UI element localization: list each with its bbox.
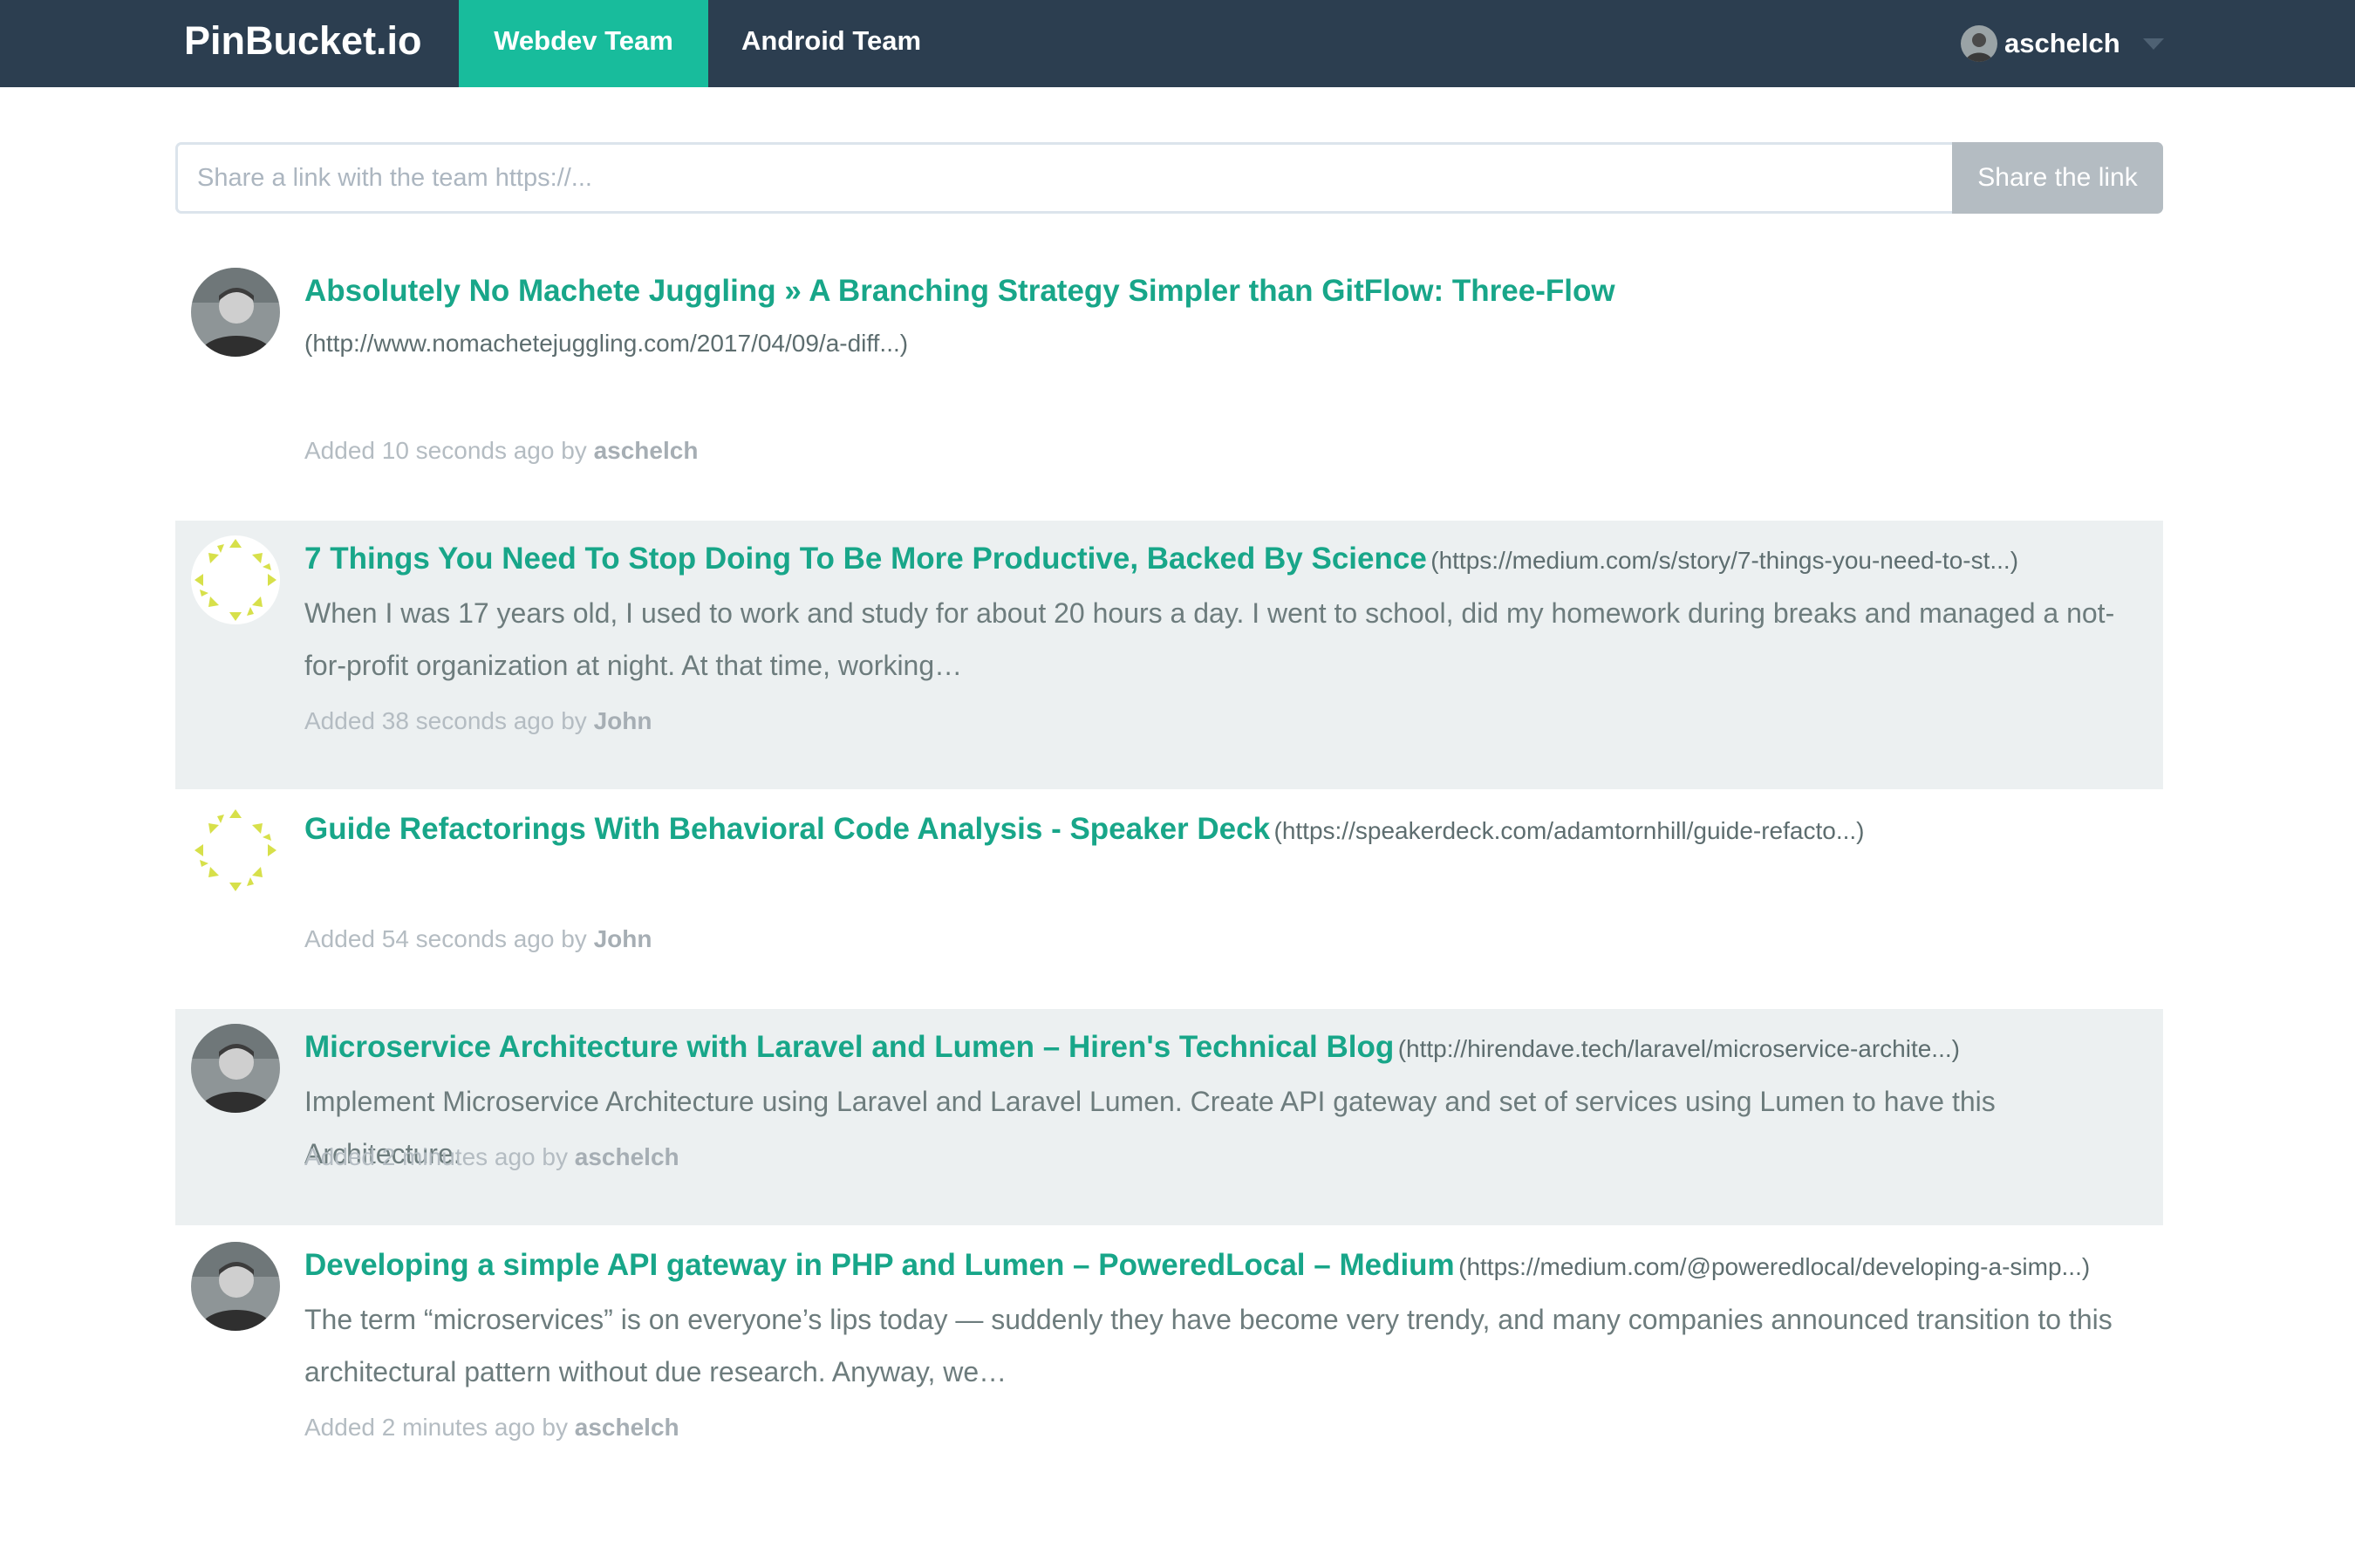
author-name: John (593, 707, 652, 734)
user-photo-avatar-icon (191, 268, 280, 357)
link-content: Developing a simple API gateway in PHP a… (304, 1239, 2147, 1398)
added-time: Added 2 minutes ago by (304, 1414, 568, 1441)
added-time: Added 54 seconds ago by (304, 925, 587, 952)
link-item: Microservice Architecture with Laravel a… (175, 1009, 2163, 1225)
link-meta: Added 2 minutes ago by aschelch (304, 1410, 679, 1445)
link-description: When I was 17 years old, I used to work … (304, 597, 2115, 681)
link-content: Guide Refactorings With Behavioral Code … (304, 803, 2147, 857)
user-menu[interactable]: aschelch (1961, 0, 2164, 87)
user-name: aschelch (2004, 28, 2120, 58)
link-meta: Added 2 minutes ago by aschelch (304, 1140, 679, 1175)
author-name: aschelch (574, 1143, 679, 1170)
tab-android-team[interactable]: Android Team (708, 0, 954, 87)
link-title[interactable]: Guide Refactorings With Behavioral Code … (304, 812, 1270, 846)
link-item: Developing a simple API gateway in PHP a… (175, 1227, 2163, 1480)
link-item: Absolutely No Machete Juggling » A Branc… (175, 253, 2163, 506)
link-title[interactable]: 7 Things You Need To Stop Doing To Be Mo… (304, 542, 1427, 576)
user-avatar (1961, 25, 1997, 62)
user-photo-avatar-icon (191, 1024, 280, 1113)
share-link-button[interactable]: Share the link (1952, 142, 2163, 214)
added-time: Added 2 minutes ago by (304, 1143, 568, 1170)
link-meta: Added 54 seconds ago by John (304, 922, 652, 957)
top-navbar: PinBucket.io Webdev Team Android Team as… (0, 0, 2355, 87)
link-url: (http://www.nomachetejuggling.com/2017/0… (304, 330, 909, 357)
added-time: Added 10 seconds ago by (304, 437, 587, 464)
author-name: aschelch (574, 1414, 679, 1441)
author-name: aschelch (593, 437, 699, 464)
chevron-down-icon (2142, 37, 2164, 50)
brand-logo[interactable]: PinBucket.io (184, 0, 422, 87)
link-title[interactable]: Developing a simple API gateway in PHP a… (304, 1248, 1455, 1282)
link-content: Absolutely No Machete Juggling » A Branc… (304, 265, 2147, 370)
link-title[interactable]: Microservice Architecture with Laravel a… (304, 1030, 1394, 1064)
share-link-form: Share the link (175, 142, 2163, 214)
link-url: (http://hirendave.tech/laravel/microserv… (1397, 1035, 1960, 1062)
tab-webdev-team[interactable]: Webdev Team (459, 0, 708, 87)
identicon-avatar-icon (191, 535, 280, 624)
link-description: The term “microservices” is on everyone’… (304, 1304, 2113, 1387)
link-item: Guide Refactorings With Behavioral Code … (175, 791, 2163, 1009)
link-meta: Added 38 seconds ago by John (304, 704, 652, 739)
added-time: Added 38 seconds ago by (304, 707, 587, 734)
link-meta: Added 10 seconds ago by aschelch (304, 433, 698, 468)
link-url: (https://medium.com/s/story/7-things-you… (1430, 547, 2019, 574)
link-item: 7 Things You Need To Stop Doing To Be Mo… (175, 521, 2163, 789)
share-link-input[interactable] (175, 142, 1952, 214)
author-name: John (593, 925, 652, 952)
link-content: 7 Things You Need To Stop Doing To Be Mo… (304, 533, 2147, 692)
user-photo-avatar-icon (191, 1242, 280, 1331)
link-url: (https://speakerdeck.com/adamtornhill/gu… (1273, 817, 1865, 844)
link-url: (https://medium.com/@poweredlocal/develo… (1458, 1253, 2091, 1280)
link-title[interactable]: Absolutely No Machete Juggling » A Branc… (304, 274, 1615, 308)
identicon-avatar-icon (191, 806, 280, 895)
